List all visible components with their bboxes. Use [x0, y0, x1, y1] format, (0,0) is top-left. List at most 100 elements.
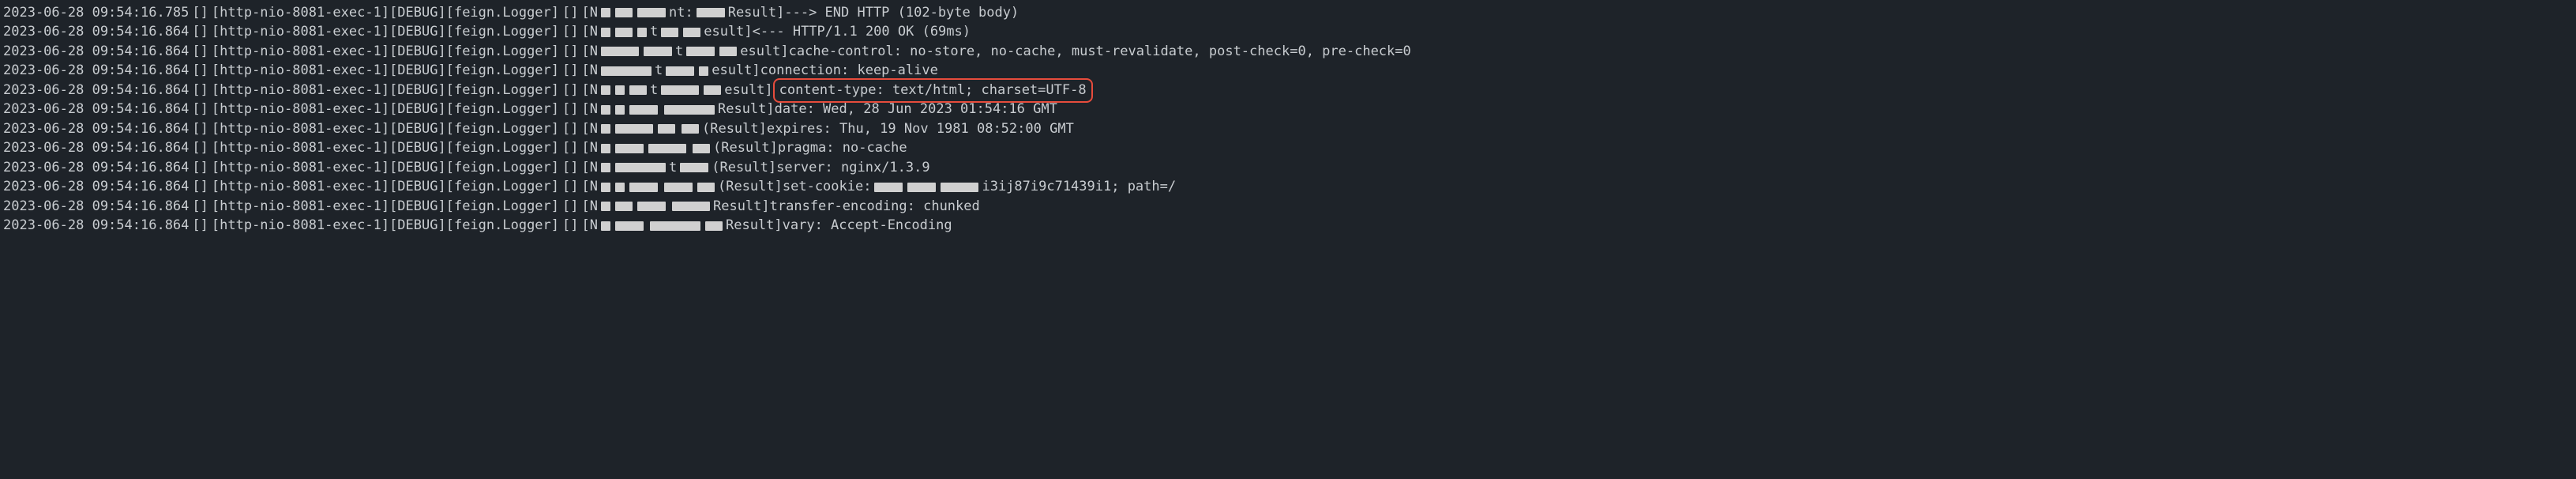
redacted-block [615, 8, 633, 17]
log-timestamp: 2023-06-28 09:54:16.864 [3, 61, 189, 81]
log-logger: [feign.Logger] [446, 197, 559, 217]
log-output: 2023-06-28 09:54:16.785 [] [http-nio-808… [0, 3, 2576, 236]
log-logger: [feign.Logger] [446, 138, 559, 158]
log-level: [DEBUG] [389, 61, 446, 81]
redacted-block [672, 202, 710, 211]
redacted-classname [686, 47, 737, 56]
redacted-block [615, 163, 666, 172]
redacted-block [601, 202, 610, 211]
redacted-block [705, 221, 723, 231]
log-empty-bracket: [] [562, 158, 578, 178]
log-level: [DEBUG] [389, 119, 446, 139]
log-result-suffix: esult] [740, 42, 788, 62]
log-line: 2023-06-28 09:54:16.864 [] [http-nio-808… [0, 158, 2576, 178]
log-empty-bracket: [] [562, 216, 578, 236]
log-result-suffix: (Result] [702, 119, 767, 139]
redacted-block [601, 66, 652, 76]
log-thread: [http-nio-8081-exec-1] [212, 42, 389, 62]
log-mid-text: t [655, 61, 663, 81]
redacted-block [704, 85, 721, 95]
log-result-suffix: esult] [712, 61, 760, 81]
log-mid-text: t [650, 81, 658, 100]
log-class-prefix: [N [582, 138, 598, 158]
log-result-suffix: Result] [726, 216, 783, 236]
log-timestamp: 2023-06-28 09:54:16.864 [3, 22, 189, 42]
log-thread: [http-nio-8081-exec-1] [212, 119, 389, 139]
redacted-classname [650, 221, 723, 231]
log-class-prefix: [N [582, 158, 598, 178]
redacted-block [601, 8, 610, 17]
log-empty-bracket: [] [192, 216, 208, 236]
log-line: 2023-06-28 09:54:16.864 [] [http-nio-808… [0, 81, 2576, 100]
log-timestamp: 2023-06-28 09:54:16.864 [3, 197, 189, 217]
redacted-block [615, 144, 644, 153]
redacted-block [615, 85, 625, 95]
log-empty-bracket: [] [192, 81, 208, 100]
log-empty-bracket: [] [562, 81, 578, 100]
redacted-block [615, 202, 633, 211]
redacted-block [637, 28, 647, 37]
redacted-block [664, 183, 693, 192]
log-result-suffix: esult] [704, 22, 752, 42]
log-thread: [http-nio-8081-exec-1] [212, 216, 389, 236]
redacted-classname [601, 66, 652, 76]
log-level: [DEBUG] [389, 138, 446, 158]
redacted-block [615, 105, 625, 115]
log-line: 2023-06-28 09:54:16.864 [] [http-nio-808… [0, 23, 2576, 43]
redacted-classname [697, 8, 725, 17]
log-empty-bracket: [] [562, 61, 578, 81]
redacted-classname [693, 144, 710, 153]
redacted-classname [664, 183, 715, 192]
log-timestamp: 2023-06-28 09:54:16.864 [3, 81, 189, 100]
redacted-classname [601, 183, 658, 192]
log-message: pragma: no-cache [778, 138, 907, 158]
log-empty-bracket: [] [562, 119, 578, 139]
log-class-prefix: [N [582, 3, 598, 23]
log-logger: [feign.Logger] [446, 119, 559, 139]
log-thread: [http-nio-8081-exec-1] [212, 61, 389, 81]
log-logger: [feign.Logger] [446, 3, 559, 23]
log-thread: [http-nio-8081-exec-1] [212, 138, 389, 158]
log-class-prefix: [N [582, 119, 598, 139]
redacted-cookie-value [874, 183, 978, 192]
log-thread: [http-nio-8081-exec-1] [212, 158, 389, 178]
log-level: [DEBUG] [389, 100, 446, 119]
log-message: vary: Accept-Encoding [783, 216, 952, 236]
log-level: [DEBUG] [389, 3, 446, 23]
redacted-classname [601, 124, 675, 134]
log-class-prefix: [N [582, 22, 598, 42]
redacted-classname [666, 66, 708, 76]
redacted-classname [661, 28, 700, 37]
redacted-block [637, 202, 666, 211]
log-mid-text: nt: [669, 3, 693, 23]
log-empty-bracket: [] [192, 22, 208, 42]
log-logger: [feign.Logger] [446, 81, 559, 100]
log-logger: [feign.Logger] [446, 216, 559, 236]
redacted-classname [601, 144, 686, 153]
redacted-block [661, 28, 678, 37]
log-message: date: Wed, 28 Jun 2023 01:54:16 GMT [775, 100, 1057, 119]
log-message: cache-control: no-store, no-cache, must-… [789, 42, 1411, 62]
log-empty-bracket: [] [562, 100, 578, 119]
redacted-block [664, 105, 715, 115]
log-timestamp: 2023-06-28 09:54:16.864 [3, 138, 189, 158]
log-line: 2023-06-28 09:54:16.864 [] [http-nio-808… [0, 100, 2576, 120]
log-timestamp: 2023-06-28 09:54:16.864 [3, 119, 189, 139]
log-message-highlighted: content-type: text/html; charset=UTF-8 [773, 78, 1093, 103]
redacted-block [615, 124, 653, 134]
log-timestamp: 2023-06-28 09:54:16.864 [3, 42, 189, 62]
log-line: 2023-06-28 09:54:16.785 [] [http-nio-808… [0, 3, 2576, 23]
log-empty-bracket: [] [562, 3, 578, 23]
log-logger: [feign.Logger] [446, 158, 559, 178]
log-empty-bracket: [] [562, 138, 578, 158]
log-line: 2023-06-28 09:54:16.864 [] [http-nio-808… [0, 119, 2576, 139]
log-timestamp: 2023-06-28 09:54:16.864 [3, 216, 189, 236]
redacted-classname [664, 105, 715, 115]
log-empty-bracket: [] [192, 3, 208, 23]
log-level: [DEBUG] [389, 177, 446, 197]
log-empty-bracket: [] [192, 158, 208, 178]
log-logger: [feign.Logger] [446, 100, 559, 119]
redacted-block [637, 8, 666, 17]
redacted-block [601, 28, 610, 37]
log-result-suffix: (Result] [718, 177, 783, 197]
